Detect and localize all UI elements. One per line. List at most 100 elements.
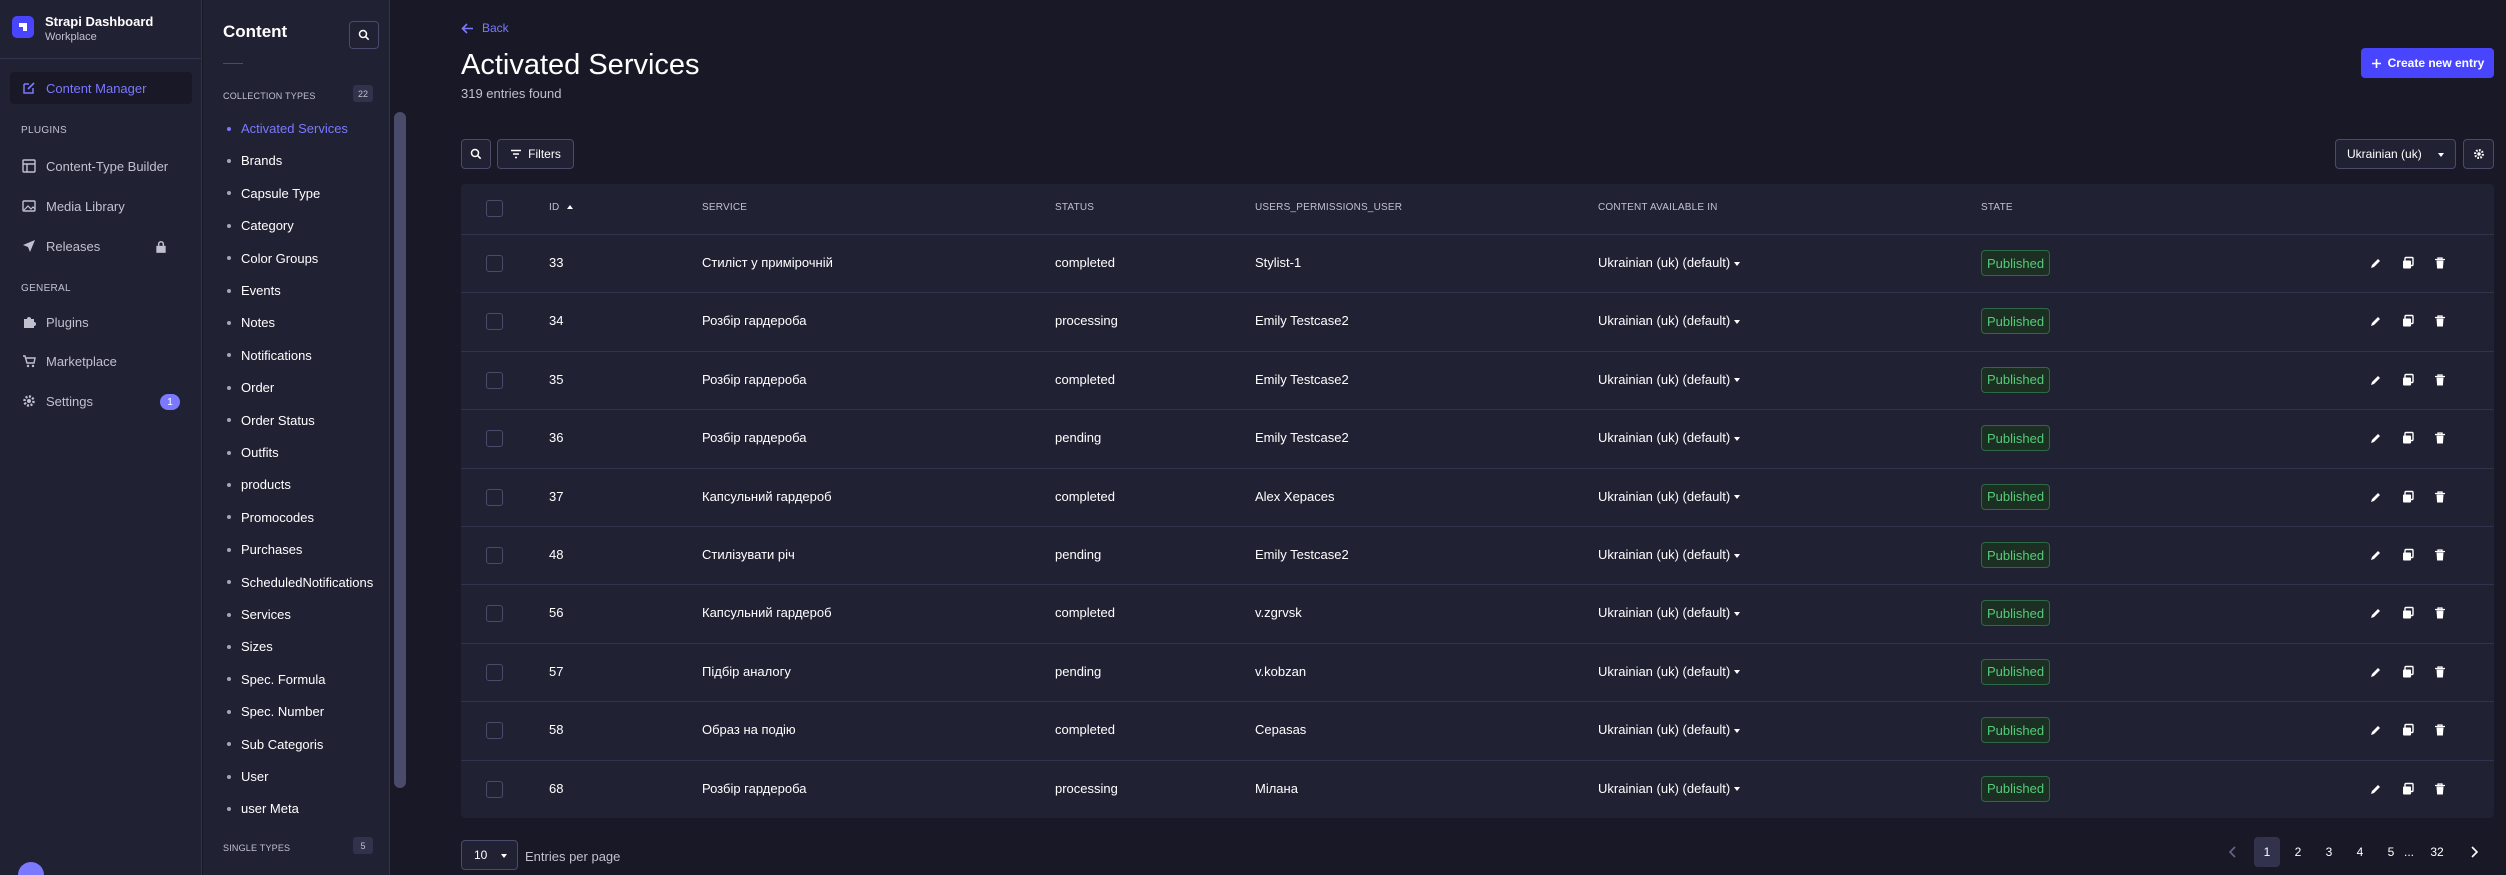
filters-button[interactable]: Filters [497, 139, 574, 169]
cell-locale-dropdown[interactable]: Ukrainian (uk) (default) [1598, 255, 1741, 270]
sub-nav-item[interactable]: Notes [227, 315, 275, 330]
sub-nav-scrollbar-thumb[interactable] [394, 112, 406, 788]
column-header-user[interactable]: USERS_PERMISSIONS_USER [1255, 202, 1402, 213]
table-row[interactable]: 58 Образ на подію completed Cepasas Ukrainia… [461, 701, 2494, 759]
sub-nav-item[interactable]: Events [227, 283, 281, 298]
row-checkbox[interactable] [486, 371, 503, 389]
sub-nav-item[interactable]: Brands [227, 153, 282, 168]
row-checkbox[interactable] [486, 605, 503, 623]
trash-icon[interactable] [2433, 723, 2447, 737]
nav-media-library[interactable]: Media Library [10, 190, 192, 222]
column-header-service[interactable]: SERVICE [702, 202, 747, 213]
table-row[interactable]: 35 Розбір гардероба completed Emily Testcas… [461, 350, 2494, 409]
table-search-button[interactable] [461, 139, 491, 169]
nav-settings[interactable]: Settings 1 [10, 385, 192, 417]
edit-pencil-icon[interactable] [2369, 548, 2383, 562]
duplicate-icon[interactable] [2401, 665, 2415, 679]
table-settings-button[interactable] [2463, 139, 2494, 169]
duplicate-icon[interactable] [2401, 548, 2415, 562]
duplicate-icon[interactable] [2401, 723, 2415, 737]
create-entry-button[interactable]: Create new entry [2361, 48, 2494, 78]
sub-nav-item[interactable]: Activated Services [227, 121, 348, 136]
table-row[interactable]: 33 Стиліст у примірочній completed Stylist-… [461, 234, 2494, 292]
row-checkbox[interactable] [486, 430, 503, 448]
sub-nav-item[interactable]: Capsule Type [227, 186, 320, 201]
row-checkbox[interactable] [486, 488, 503, 506]
sub-nav-search-button[interactable] [349, 21, 379, 49]
cell-locale-dropdown[interactable]: Ukrainian (uk) (default) [1598, 489, 1741, 504]
edit-pencil-icon[interactable] [2369, 431, 2383, 445]
trash-icon[interactable] [2433, 548, 2447, 562]
duplicate-icon[interactable] [2401, 782, 2415, 796]
pagination-page[interactable]: 4 [2347, 837, 2373, 867]
collection-types-heading[interactable]: COLLECTION TYPES [223, 91, 316, 101]
edit-pencil-icon[interactable] [2369, 782, 2383, 796]
sub-nav-item[interactable]: products [227, 477, 291, 492]
table-row[interactable]: 37 Капсульний гардероб completed Alex Xepac… [461, 467, 2494, 526]
sub-nav-item[interactable]: Promocodes [227, 510, 314, 525]
table-row[interactable]: 68 Розбір гардероба processing Мілана Ukrain… [461, 759, 2494, 818]
row-checkbox[interactable] [486, 722, 503, 740]
pagination-page[interactable]: 32 [2424, 837, 2450, 867]
row-checkbox[interactable] [486, 313, 503, 331]
trash-icon[interactable] [2433, 314, 2447, 328]
pagination-page[interactable]: 5 [2378, 837, 2404, 867]
sub-nav-item[interactable]: ScheduledNotifications [227, 575, 373, 590]
select-all-checkbox[interactable] [486, 200, 503, 217]
edit-pencil-icon[interactable] [2369, 490, 2383, 504]
trash-icon[interactable] [2433, 256, 2447, 270]
duplicate-icon[interactable] [2401, 490, 2415, 504]
row-checkbox[interactable] [486, 547, 503, 564]
pagination-page[interactable]: 3 [2316, 837, 2342, 867]
trash-icon[interactable] [2433, 490, 2447, 504]
sub-nav-item[interactable]: Outfits [227, 445, 279, 460]
edit-pencil-icon[interactable] [2369, 606, 2383, 620]
sub-nav-item[interactable]: User [227, 769, 268, 784]
edit-pencil-icon[interactable] [2369, 256, 2383, 270]
pagination-page[interactable]: 1 [2254, 837, 2280, 867]
edit-pencil-icon[interactable] [2369, 314, 2383, 328]
sub-nav-item[interactable]: Spec. Number [227, 704, 324, 719]
cell-locale-dropdown[interactable]: Ukrainian (uk) (default) [1598, 605, 1741, 620]
duplicate-icon[interactable] [2401, 606, 2415, 620]
nav-content-manager[interactable]: Content Manager [10, 72, 192, 104]
row-checkbox[interactable] [486, 255, 503, 272]
cell-locale-dropdown[interactable]: Ukrainian (uk) (default) [1598, 664, 1741, 679]
duplicate-icon[interactable] [2401, 256, 2415, 270]
sub-nav-item[interactable]: Spec. Formula [227, 672, 326, 687]
cell-locale-dropdown[interactable]: Ukrainian (uk) (default) [1598, 781, 1741, 796]
row-checkbox[interactable] [486, 780, 503, 798]
user-avatar[interactable] [18, 862, 44, 875]
single-types-heading[interactable]: SINGLE TYPES [223, 843, 290, 853]
trash-icon[interactable] [2433, 665, 2447, 679]
nav-plugins[interactable]: Plugins [10, 306, 192, 338]
chevron-left-icon[interactable] [2226, 845, 2240, 859]
sub-nav-item[interactable]: Sizes [227, 639, 273, 654]
cell-locale-dropdown[interactable]: Ukrainian (uk) (default) [1598, 313, 1741, 328]
back-link[interactable]: Back [461, 21, 509, 35]
cell-locale-dropdown[interactable]: Ukrainian (uk) (default) [1598, 547, 1741, 562]
nav-releases[interactable]: Releases [10, 230, 192, 262]
column-header-status[interactable]: STATUS [1055, 202, 1094, 213]
trash-icon[interactable] [2433, 431, 2447, 445]
sub-nav-item[interactable]: Category [227, 218, 294, 233]
edit-pencil-icon[interactable] [2369, 723, 2383, 737]
table-row[interactable]: 34 Розбір гардероба processing Emily Testca… [461, 292, 2494, 350]
sub-nav-item[interactable]: user Meta [227, 801, 299, 816]
trash-icon[interactable] [2433, 373, 2447, 387]
sub-nav-item[interactable]: Sub Categoris [227, 737, 323, 752]
entries-per-page-select[interactable]: 10 [461, 840, 518, 870]
nav-content-type-builder[interactable]: Content-Type Builder [10, 150, 192, 182]
table-row[interactable]: 57 Підбір аналогу pending v.kobzan Ukrainian… [461, 642, 2494, 701]
edit-pencil-icon[interactable] [2369, 665, 2383, 679]
sub-nav-item[interactable]: Order Status [227, 413, 315, 428]
trash-icon[interactable] [2433, 606, 2447, 620]
duplicate-icon[interactable] [2401, 314, 2415, 328]
edit-pencil-icon[interactable] [2369, 373, 2383, 387]
table-row[interactable]: 56 Капсульний гардероб completed v.zgrvsk Uk… [461, 584, 2494, 642]
pagination-page[interactable]: 2 [2285, 837, 2311, 867]
sub-nav-item[interactable]: Purchases [227, 542, 302, 557]
cell-locale-dropdown[interactable]: Ukrainian (uk) (default) [1598, 430, 1741, 445]
column-header-id[interactable]: ID [549, 202, 574, 213]
row-checkbox[interactable] [486, 663, 503, 681]
